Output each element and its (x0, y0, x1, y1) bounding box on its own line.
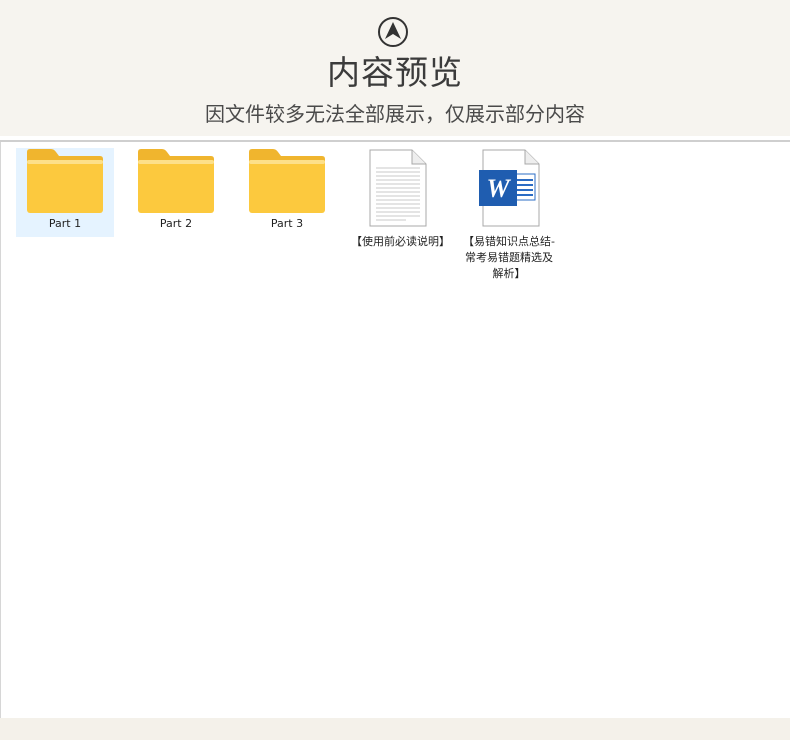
file-explorer-view: Part 1 Part 2 Part 3 【使用前必读说明】 W 【易错知识点总… (0, 142, 790, 718)
file-item-word-doc[interactable]: W 【易错知识点总结-常考易错题精选及解析】 (460, 148, 558, 287)
page-footer (0, 718, 790, 740)
item-label: 【易错知识点总结-常考易错题精选及解析】 (463, 235, 555, 280)
folder-item-part-3[interactable]: Part 3 (238, 148, 336, 237)
folder-icon (247, 148, 327, 214)
folder-item-part-1[interactable]: Part 1 (16, 148, 114, 237)
logo-icon (378, 17, 408, 47)
folder-icon (25, 148, 105, 214)
page-subtitle: 因文件较多无法全部展示，仅展示部分内容 (205, 102, 585, 126)
item-label: Part 3 (270, 217, 304, 230)
item-label: 【使用前必读说明】 (351, 235, 450, 248)
page-title: 内容预览 (327, 53, 463, 92)
preview-header: 内容预览 因文件较多无法全部展示，仅展示部分内容 (0, 0, 790, 136)
word-document-icon: W (477, 148, 541, 228)
folder-icon (136, 148, 216, 214)
item-label: Part 2 (159, 217, 193, 230)
item-label: Part 1 (48, 217, 82, 230)
text-document-icon (366, 148, 430, 228)
folder-item-part-2[interactable]: Part 2 (127, 148, 225, 237)
svg-text:W: W (486, 174, 511, 203)
file-item-readme[interactable]: 【使用前必读说明】 (349, 148, 450, 255)
